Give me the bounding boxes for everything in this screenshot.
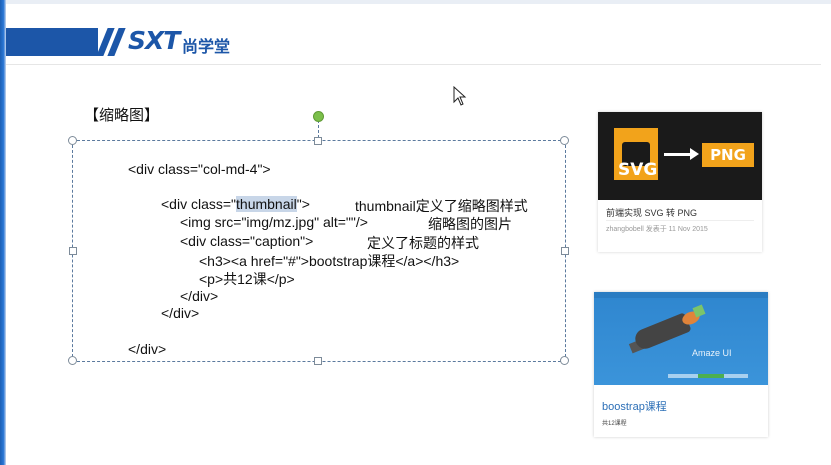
thumbnail-card-svg-png[interactable]: SVG PNG 前端实现 SVG 转 PNG zhangbobell 发表于 1… — [598, 112, 762, 252]
code-text: "> — [296, 196, 310, 212]
mini-navbar — [594, 292, 768, 298]
code-line: </div> — [161, 305, 200, 321]
highlighted-text[interactable]: thumbnail — [236, 196, 297, 212]
arrow-head-icon — [690, 148, 699, 160]
code-line: </div> — [128, 341, 167, 357]
rotate-connector — [318, 120, 319, 138]
png-badge: PNG — [702, 143, 754, 167]
svg-logo-icon: SVG — [614, 128, 658, 180]
hero-text: Amaze UI — [692, 348, 732, 358]
window-left-edge — [0, 0, 6, 465]
card-title[interactable]: 前端实现 SVG 转 PNG — [606, 206, 697, 219]
header-divider — [6, 64, 821, 65]
rotate-handle[interactable] — [313, 111, 324, 122]
resize-handle-bottom[interactable] — [314, 357, 322, 365]
code-line: <div class="col-md-4"> — [128, 161, 271, 177]
resize-handle-top-right[interactable] — [560, 136, 569, 145]
code-text: <div class=" — [161, 196, 237, 212]
code-line: <div class="thumbnail"> — [161, 196, 310, 212]
hero-button-bar — [698, 374, 724, 378]
code-line: <img src="img/mz.jpg" alt=""/> — [180, 214, 368, 230]
resize-handle-left[interactable] — [69, 247, 77, 255]
code-annotation: 定义了标题的样式 — [367, 235, 479, 251]
card-subtitle: 共12课程 — [602, 421, 627, 427]
code-annotation: thumbnail定义了缩略图样式 — [355, 198, 528, 214]
code-line: </div> — [180, 288, 219, 304]
mouse-pointer-icon — [453, 86, 467, 106]
logo-chinese-name: 尚学堂 — [182, 39, 231, 56]
resize-handle-bottom-left[interactable] — [68, 356, 77, 365]
logo-bar — [6, 28, 98, 56]
thumbnail-image: Amaze UI — [594, 292, 768, 385]
logo-text: SXT — [128, 26, 180, 55]
card-meta: zhangbobell 发表于 11 Nov 2015 — [606, 226, 708, 233]
window-top-edge — [0, 0, 831, 4]
svg-badge-text: SVG — [618, 160, 658, 180]
resize-handle-right[interactable] — [561, 247, 569, 255]
resize-handle-bottom-right[interactable] — [560, 356, 569, 365]
section-title: 【缩略图】 — [84, 107, 160, 124]
thumbnail-image: SVG PNG — [598, 112, 762, 200]
code-annotation: 缩略图的图片 — [428, 216, 512, 232]
slide-header: SXT 尚学堂 — [6, 24, 821, 60]
code-line: <p>共12课</p> — [199, 271, 295, 287]
resize-handle-top-left[interactable] — [68, 136, 77, 145]
thumbnail-card-bootstrap[interactable]: Amaze UI boostrap课程 共12课程 — [594, 292, 768, 437]
card-divider — [606, 220, 754, 221]
resize-handle-top[interactable] — [314, 137, 322, 145]
code-line: <div class="caption"> — [180, 233, 314, 249]
card-title-link[interactable]: boostrap课程 — [602, 398, 667, 414]
code-line: <h3><a href="#">bootstrap课程</a></h3> — [199, 253, 460, 269]
